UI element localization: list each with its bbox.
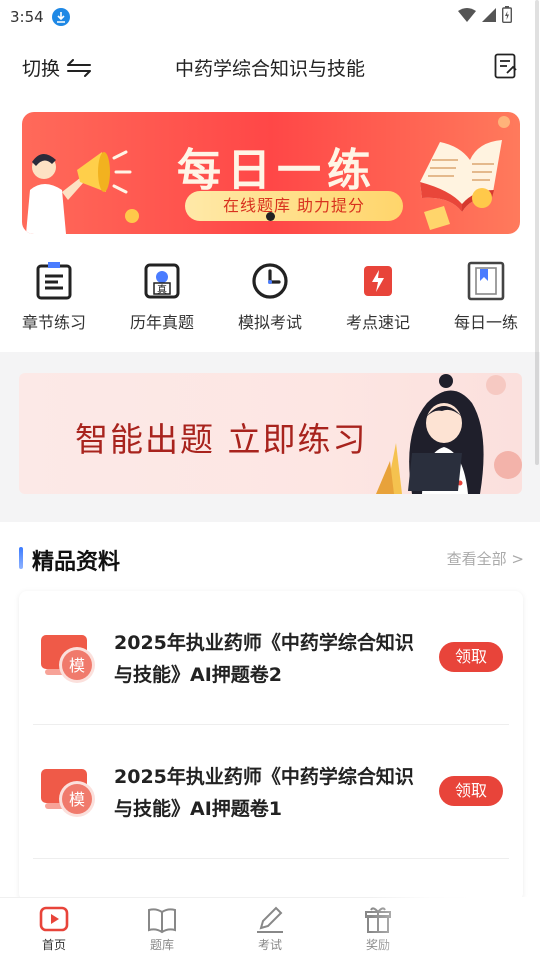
quick-label: 章节练习 (21, 313, 86, 332)
tab-bar-fade-overlay (370, 897, 540, 960)
tab-label: 首页 (41, 938, 66, 952)
book-icon (148, 908, 176, 934)
notes-button[interactable] (494, 53, 518, 79)
material-title: 2025年执业药师《中药学综合知识与技能》AI押题卷2 (114, 632, 414, 686)
scrollbar[interactable] (535, 0, 539, 465)
megaphone-person-illustration (26, 150, 139, 234)
mock-paper-icon: 模 (39, 763, 97, 821)
app-header: 切换 中药学综合知识与技能 (0, 40, 540, 94)
promo-text: 智能出题 立即练习 (75, 420, 368, 459)
page-title: 中药学综合知识与技能 (174, 58, 365, 80)
quick-item-past-exams[interactable]: 真 历年真题 (108, 262, 216, 338)
quick-nav: 章节练习 真 历年真题 模拟考试 考点速记 每日一练 (0, 261, 540, 338)
open-book-illustration (420, 116, 510, 230)
battery-icon (501, 6, 513, 27)
tab-exam[interactable]: 考试 (216, 898, 324, 960)
status-bar: 3:54 (0, 0, 540, 34)
claim-button[interactable]: 领取 (439, 642, 503, 672)
quick-item-daily-practice[interactable]: 每日一练 (432, 261, 540, 338)
quick-item-chapter-practice[interactable]: 章节练习 (0, 262, 108, 338)
mock-paper-icon: 模 (39, 629, 97, 687)
signal-icon (482, 7, 496, 26)
premium-materials-header: 精品资料 查看全部 > (0, 540, 540, 578)
quick-label: 历年真题 (129, 313, 194, 332)
svg-text:真: 真 (157, 283, 167, 296)
banner-page-indicator (266, 212, 275, 221)
clock-icon (251, 262, 289, 300)
tab-home[interactable]: 首页 (0, 898, 108, 960)
banner-subtitle: 在线题库 助力提分 (185, 191, 403, 221)
material-title: 2025年执业药师《中药学综合知识与技能》AI押题卷1 (114, 766, 414, 820)
tab-label: 考试 (257, 938, 282, 952)
claim-button[interactable]: 领取 (439, 776, 503, 806)
mock-badge: 模 (69, 656, 85, 675)
home-play-icon (39, 906, 69, 932)
materials-card: 模 2025年执业药师《中药学综合知识与技能》AI押题卷2 领取 模 2025年… (19, 591, 523, 901)
status-time: 3:54 (10, 8, 44, 26)
section-accent-bar (19, 547, 23, 569)
list-item[interactable]: 模 2025年执业药师《中药学综合知识与技能》AI押题卷2 领取 (33, 591, 509, 725)
quick-label: 模拟考试 (237, 313, 302, 332)
past-exam-icon: 真 (143, 262, 181, 300)
notes-icon (494, 53, 517, 79)
section-title: 精品资料 (32, 550, 121, 575)
tab-question-bank[interactable]: 题库 (108, 898, 216, 960)
promo-section: 智能出题 立即练习 (0, 352, 540, 522)
download-icon (51, 8, 70, 26)
student-laptop-illustration (376, 374, 522, 494)
view-all-link[interactable]: 查看全部 > (447, 548, 524, 569)
list-item[interactable]: 模 2025年执业药师《中药学综合知识与技能》AI押题卷1 领取 (33, 725, 509, 859)
mock-badge: 模 (69, 790, 85, 809)
banner-title: 每日一练 (177, 145, 377, 196)
wifi-icon (458, 7, 476, 26)
smart-practice-banner[interactable]: 智能出题 立即练习 (19, 373, 522, 494)
chapter-list-icon (35, 262, 73, 300)
quick-label: 每日一练 (453, 313, 518, 332)
tab-label: 题库 (149, 938, 174, 952)
pen-icon (257, 906, 283, 933)
bookmark-book-icon (467, 261, 505, 301)
quick-label: 考点速记 (345, 313, 410, 332)
flash-note-icon (359, 262, 397, 300)
quick-item-key-notes[interactable]: 考点速记 (324, 262, 432, 338)
quick-item-mock-exam[interactable]: 模拟考试 (216, 262, 324, 338)
